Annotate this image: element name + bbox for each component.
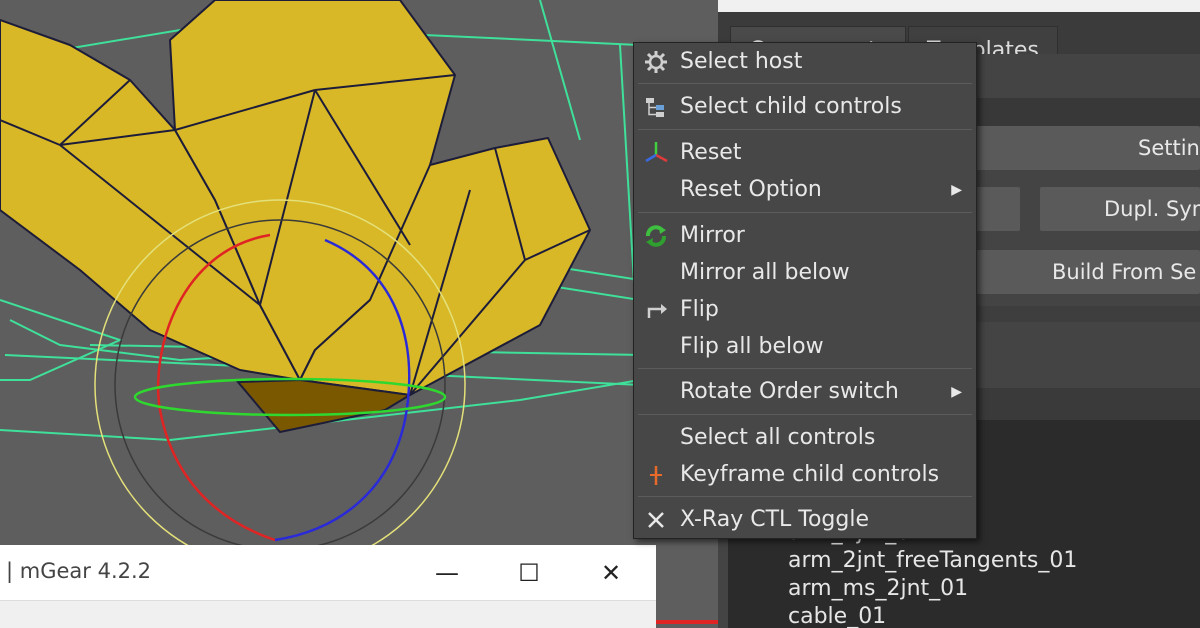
window-title: | mGear 4.2.2: [6, 559, 152, 583]
close-icon[interactable]: ✕: [586, 553, 636, 593]
window-divider: [0, 600, 656, 601]
gear-icon: [645, 51, 667, 73]
mirror-icon: [646, 225, 666, 247]
viewport-scene: [0, 0, 720, 624]
keyframe-icon: [650, 466, 662, 485]
window-titlebar[interactable]: | mGear 4.2.2 — ☐ ✕: [0, 545, 656, 600]
flip-icon: [647, 304, 667, 318]
menu-item-select-child-controls[interactable]: Select child controls: [634, 90, 976, 124]
menu-separator: [638, 212, 972, 213]
mgear-window: | mGear 4.2.2 — ☐ ✕: [0, 545, 656, 628]
x-icon: [648, 512, 664, 528]
menu-item-label: Reset Option: [680, 177, 822, 202]
menu-item-label: Rotate Order switch: [680, 379, 899, 404]
menu-item-label: Select child controls: [680, 94, 902, 119]
menu-item-keyframe-child-controls[interactable]: Keyframe child controls: [634, 458, 976, 492]
menu-separator: [638, 368, 972, 369]
menu-item-label: Flip: [680, 297, 719, 322]
list-item[interactable]: arm_2jnt_freeTangents_01: [788, 548, 1077, 573]
mesh: [0, 0, 591, 396]
menu-separator: [638, 414, 972, 415]
context-menu: Select host Select child controls Reset …: [633, 42, 977, 539]
menu-item-reset[interactable]: Reset: [634, 136, 976, 170]
menu-item-label: Reset: [680, 140, 742, 165]
menu-item-flip[interactable]: Flip: [634, 293, 976, 327]
hierarchy-icon: [646, 98, 664, 117]
menu-item-select-host[interactable]: Select host: [634, 45, 976, 79]
axes-icon: [645, 142, 668, 163]
menu-item-select-all-controls[interactable]: Select all controls: [634, 421, 976, 455]
menu-item-label: Mirror all below: [680, 260, 850, 285]
menu-item-label: Mirror: [680, 223, 745, 248]
menu-separator: [638, 83, 972, 84]
submenu-arrow-icon: ▶: [951, 182, 962, 198]
menu-separator: [638, 496, 972, 497]
minimize-icon[interactable]: —: [422, 553, 472, 593]
maximize-icon[interactable]: ☐: [504, 553, 554, 593]
panel-top-strip: [718, 0, 1200, 12]
menu-item-flip-all-below[interactable]: Flip all below: [634, 330, 976, 364]
menu-item-xray-ctl-toggle[interactable]: X-Ray CTL Toggle: [634, 503, 976, 537]
menu-item-mirror-all-below[interactable]: Mirror all below: [634, 256, 976, 290]
menu-item-reset-option[interactable]: Reset Option ▶: [634, 173, 976, 207]
menu-item-label: Flip all below: [680, 334, 824, 359]
list-item[interactable]: cable_01: [788, 604, 886, 628]
dupl-sym-button[interactable]: Dupl. Sym: [1040, 187, 1200, 231]
list-item[interactable]: arm_ms_2jnt_01: [788, 576, 968, 601]
menu-separator: [638, 129, 972, 130]
menu-item-rotate-order-switch[interactable]: Rotate Order switch ▶: [634, 375, 976, 409]
menu-item-label: Select all controls: [680, 425, 876, 450]
menu-item-label: Select host: [680, 49, 803, 74]
menu-item-label: X-Ray CTL Toggle: [680, 507, 869, 532]
viewport[interactable]: [0, 0, 720, 628]
menu-item-label: Keyframe child controls: [680, 462, 940, 487]
submenu-arrow-icon: ▶: [951, 384, 962, 400]
menu-item-mirror[interactable]: Mirror: [634, 219, 976, 253]
